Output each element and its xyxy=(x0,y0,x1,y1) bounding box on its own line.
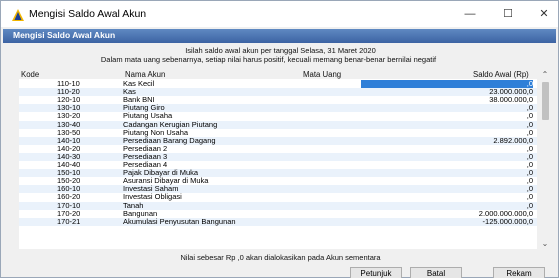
instruction-line-1: Isilah saldo awal akun per tanggal Selas… xyxy=(185,46,376,55)
table-row[interactable]: 160-20 Investasi Obligasi ,0 xyxy=(19,193,537,201)
cell-saldo-awal[interactable]: ,0 xyxy=(361,168,533,177)
app-logo-icon xyxy=(12,9,24,21)
table-row[interactable]: 130-10 Piutang Giro ,0 xyxy=(19,104,537,113)
cell-nama-akun[interactable]: Akumulasi Penyusutan Bangunan xyxy=(123,217,236,226)
close-button[interactable]: ✕ xyxy=(531,5,557,23)
cell-saldo-awal[interactable]: ,0 xyxy=(361,112,533,120)
cell-saldo-awal[interactable]: ,0 xyxy=(361,185,533,193)
table-row[interactable]: 130-20 Piutang Usaha ,0 xyxy=(19,112,537,120)
table-row[interactable]: 150-20 Asuransi Dibayar di Muka ,0 xyxy=(19,177,537,185)
column-header-kode[interactable]: Kode xyxy=(21,70,39,79)
account-grid[interactable]: 110-10 Kas Kecil ,0 110-20 Kas 23.000.000,0 12… xyxy=(19,79,537,249)
rekam-button[interactable]: Rekam xyxy=(493,267,545,278)
table-row[interactable]: 170-20 Bangunan 2.000.000.000,0 xyxy=(19,209,537,218)
cell-saldo-awal[interactable]: ,0 xyxy=(361,144,533,153)
column-header-mata-uang[interactable]: Mata Uang xyxy=(303,70,341,79)
cell-saldo-awal[interactable]: ,0 xyxy=(361,120,533,129)
table-row[interactable]: 140-30 Persediaan 3,0 xyxy=(19,152,537,161)
cell-saldo-awal[interactable]: ,0 xyxy=(361,152,533,161)
section-header-label: Mengisi Saldo Awal Akun xyxy=(13,30,116,40)
batal-button[interactable]: Batal xyxy=(410,267,462,278)
maximize-button[interactable]: ☐ xyxy=(495,5,521,23)
table-row[interactable]: 110-20 Kas 23.000.000,0 xyxy=(19,87,537,97)
table-row[interactable]: 110-10 Kas Kecil ,0 xyxy=(19,79,537,89)
vertical-scrollbar[interactable]: ⌃ ⌄ xyxy=(539,70,551,248)
scroll-down-icon[interactable]: ⌄ xyxy=(539,239,551,248)
cell-saldo-awal[interactable]: ,0 xyxy=(361,104,533,112)
table-row[interactable]: 140-10 Persediaan Barang Dagang 2.892.000,… xyxy=(19,136,537,145)
cell-saldo-awal[interactable]: ,0 xyxy=(361,193,533,201)
scroll-thumb[interactable] xyxy=(542,82,549,120)
table-row[interactable]: 130-40 Cadangan Kerugian Piutang ,0 xyxy=(19,120,537,129)
title-bar: Mengisi Saldo Awal Akun — ☐ ✕ xyxy=(1,1,558,27)
allocation-note: Nilai sebesar Rp ,0 akan dialokasikan pa… xyxy=(180,253,381,262)
minimize-button[interactable]: — xyxy=(457,5,483,23)
table-row[interactable]: 130-50 Piutang Non Usaha ,0 xyxy=(19,128,537,137)
table-row[interactable]: 120-10 Bank BNI 38.000.000,0 xyxy=(19,96,537,104)
table-row[interactable]: 140-40 Persediaan 4,0 xyxy=(19,160,537,169)
table-row[interactable]: 160-10 Investasi Saham ,0 xyxy=(19,185,537,194)
cell-kode[interactable]: 170-21 xyxy=(57,217,80,226)
table-row[interactable]: 170-10 Tanah ,0 xyxy=(19,201,537,210)
section-header: Mengisi Saldo Awal Akun xyxy=(3,29,556,43)
table-row[interactable]: 170-21 Akumulasi Penyusutan Bangunan -125.… xyxy=(19,217,537,226)
table-row[interactable]: 150-10 Pajak Dibayar di Muka ,0 xyxy=(19,168,537,178)
cell-saldo-awal[interactable]: ,0 xyxy=(361,160,533,169)
scroll-up-icon[interactable]: ⌃ xyxy=(539,70,551,79)
instruction-line-2: Dalam mata uang sebenarnya, setiap nilai… xyxy=(100,55,437,64)
cell-saldo-awal[interactable]: 38.000.000,0 xyxy=(361,96,533,104)
petunjuk-button[interactable]: Petunjuk xyxy=(350,267,402,278)
cell-saldo-awal[interactable]: -125.000.000,0 xyxy=(361,217,533,226)
cell-saldo-awal[interactable]: 2.892.000,0 xyxy=(361,136,533,145)
table-row[interactable]: 140-20 Persediaan 2,0 xyxy=(19,144,537,153)
column-header-saldo[interactable]: Saldo Awal (Rp) xyxy=(473,70,529,79)
cell-saldo-awal[interactable]: ,0 xyxy=(361,177,533,185)
column-header-nama[interactable]: Nama Akun xyxy=(125,70,165,79)
dialog-window: Mengisi Saldo Awal Akun — ☐ ✕ Mengisi Sa… xyxy=(0,0,559,278)
window-title: Mengisi Saldo Awal Akun xyxy=(29,8,147,20)
